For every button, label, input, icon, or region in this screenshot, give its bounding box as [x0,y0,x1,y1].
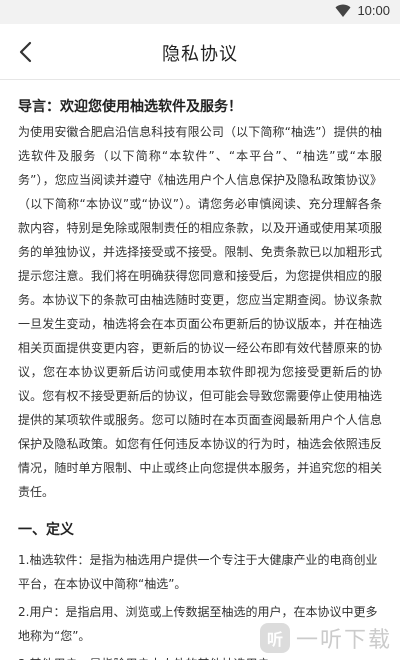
status-time: 10:00 [357,3,390,18]
section-title-definitions: 一、定义 [18,522,74,538]
definition-item: 1.柚选软件：是指为柚选用户提供一个专注于大健康产业的电商创业平台，在本协议中简… [18,553,378,591]
wifi-icon [335,4,351,17]
intro-paragraph: 为使用安徽合肥启沿信息科技有限公司（以下简称“柚选”）提供的柚选软件及服务（以下… [18,125,382,499]
watermark-logo-icon: 听 [259,623,290,653]
watermark: 听 一听下载 [259,622,392,654]
status-bar-right: 10:00 [335,3,390,18]
page-title: 隐私协议 [162,44,238,65]
intro-title: 导言：欢迎您使用柚选软件及服务！ [18,99,242,115]
watermark-text: 一听下载 [295,628,392,653]
agreement-content[interactable]: 导言：欢迎您使用柚选软件及服务！ 为使用安徽合肥启沿信息科技有限公司（以下简称“… [0,80,400,660]
status-bar: 10:00 [0,0,400,24]
nav-bar: 隐私协议 [0,24,400,80]
